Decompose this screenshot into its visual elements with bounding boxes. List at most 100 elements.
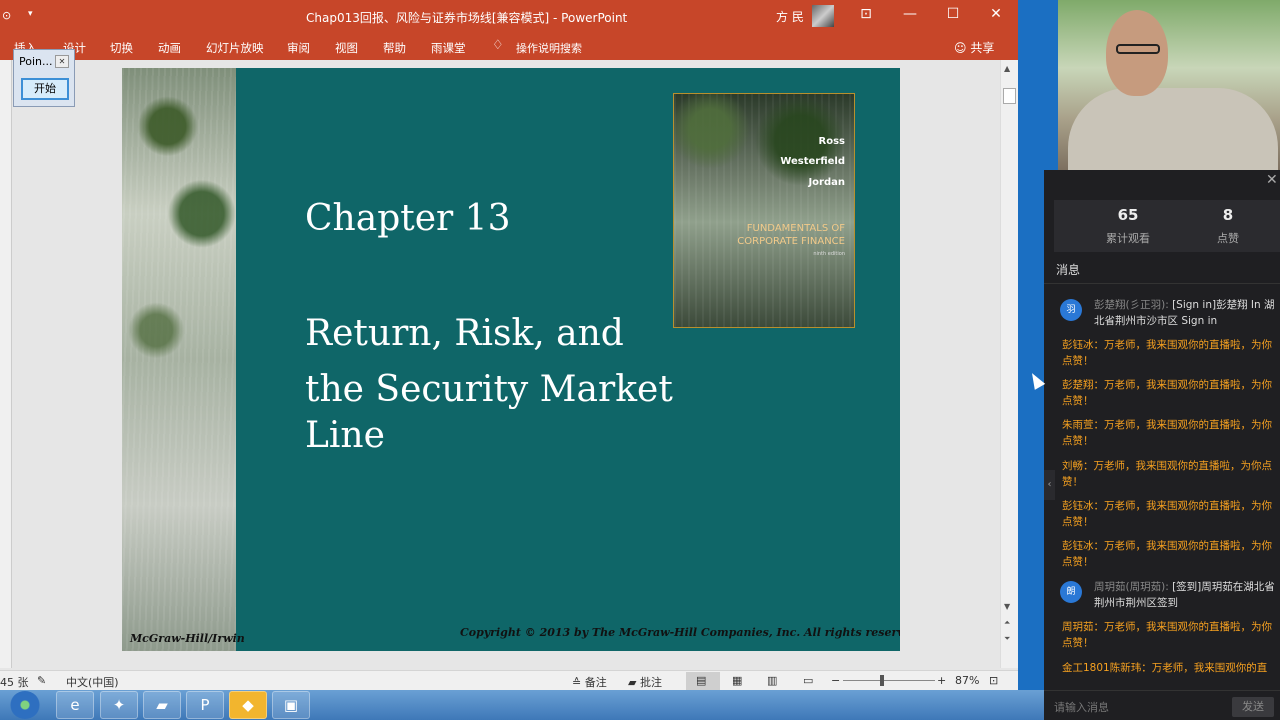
zoom-out-icon[interactable]: − [831, 674, 840, 687]
tab-transitions[interactable]: 切换 [110, 40, 133, 56]
user-name[interactable]: 方 民 [776, 8, 804, 25]
cover-edition: ninth edition [813, 251, 845, 257]
list-item: 彭钰冰：万老师，我来围观你的直播啦，为你点赞！ [1062, 500, 1272, 528]
title-line: the Security Market [305, 369, 673, 410]
list-item: 彭钰冰：万老师，我来围观你的直播啦，为你点赞！ [1062, 339, 1272, 367]
messages-header: 消息 [1056, 263, 1081, 277]
cover-author: Jordan [808, 177, 845, 188]
previous-slide-icon[interactable]: ⏶ [1004, 618, 1010, 628]
fit-slide-icon[interactable]: ⊡ [989, 674, 998, 687]
file-explorer-icon[interactable]: ▰ [143, 691, 181, 719]
title-line: Line [305, 415, 385, 456]
start-menu-icon[interactable] [10, 691, 40, 719]
taskbar: e ✦ ▰ P ◆ ▣ [0, 690, 1044, 720]
tab-rainclassroom[interactable]: 雨课堂 [431, 40, 466, 56]
copyright-notice: Copyright © 2013 by The McGraw-Hill Comp… [460, 626, 900, 639]
scroll-up-icon[interactable]: ▲ [1004, 64, 1010, 73]
powerpoint-icon[interactable]: P [186, 691, 224, 719]
share-label: 共享 [970, 41, 995, 55]
zoom-level[interactable]: 87% [955, 674, 979, 687]
likes-label: 点赞 [1217, 232, 1239, 245]
list-item: 朱雨萱：万老师，我来围观你的直播啦，为你点赞！ [1062, 419, 1272, 447]
window-app-icon[interactable]: ▣ [272, 691, 310, 719]
comments-label: 批注 [639, 676, 662, 689]
slide[interactable]: McGraw-Hill/Irwin Chapter 13 Return, Ris… [122, 68, 900, 651]
message-input-row: 发送 [1044, 690, 1280, 720]
autosave-icon[interactable]: ⊙ [2, 9, 11, 22]
scroll-down-icon[interactable]: ▼ [1004, 602, 1010, 611]
screen: ⊙ ▾ Chap013回报、风险与证券市场线[兼容模式] - PowerPoin… [0, 0, 1280, 720]
app-icon[interactable]: ✦ [100, 691, 138, 719]
slide-title: Return, Risk, and the Security Market Li… [305, 308, 705, 462]
tab-slideshow[interactable]: 幻灯片放映 [206, 40, 264, 56]
tab-review[interactable]: 审阅 [287, 40, 310, 56]
cover-title-line: CORPORATE FINANCE [737, 236, 845, 247]
divider [1044, 283, 1280, 284]
zoom-slider[interactable] [843, 680, 935, 681]
webcam-feed [1058, 0, 1280, 170]
message-input[interactable] [1054, 699, 1224, 715]
window-title: Chap013回报、风险与证券市场线[兼容模式] - PowerPoint [306, 11, 628, 25]
vertical-scrollbar[interactable]: ▲ ▼ ⏶ ⏷ [1000, 60, 1018, 668]
message-list: 羽 彭楚翔(彡正羽): [Sign in]彭楚翔 In 湖北省荆州市沙市区 Si… [1044, 290, 1280, 685]
publisher-label: McGraw-Hill/Irwin [130, 632, 245, 645]
comments-button[interactable]: ▰ 批注 [628, 674, 662, 690]
live-stats: 65 累计观看 8 点赞 [1054, 200, 1280, 252]
start-button[interactable]: 开始 [21, 78, 69, 100]
ribbon-display-icon[interactable]: ⊡ [856, 6, 876, 22]
tab-animations[interactable]: 动画 [158, 40, 181, 56]
share-button[interactable]: ☺ 共享 [954, 39, 994, 56]
notes-button[interactable]: ≙ 备注 [572, 674, 607, 690]
title-line: Return, Risk, and [305, 313, 624, 354]
close-icon[interactable]: ✕ [1266, 172, 1278, 188]
pointer-tool-window: Poin... ✕ 开始 [13, 49, 75, 107]
cover-author: Ross [818, 136, 845, 147]
zoom-in-icon[interactable]: + [937, 674, 946, 687]
tab-view[interactable]: 视图 [335, 40, 358, 56]
notes-label: 备注 [584, 676, 607, 689]
normal-view-icon[interactable]: ▤ [696, 674, 706, 687]
title-bar: ⊙ ▾ Chap013回报、风险与证券市场线[兼容模式] - PowerPoin… [0, 0, 1018, 34]
avatar: 朗 [1060, 581, 1082, 603]
powerpoint-window: ⊙ ▾ Chap013回报、风险与证券市场线[兼容模式] - PowerPoin… [0, 0, 1018, 690]
close-icon[interactable]: ✕ [55, 55, 69, 68]
next-slide-icon[interactable]: ⏷ [1004, 634, 1010, 644]
zoom-slider-thumb[interactable] [880, 675, 884, 686]
presenter-body [1068, 88, 1278, 170]
slideshow-icon[interactable]: ▭ [803, 674, 813, 687]
edge-browser-icon[interactable]: e [56, 691, 94, 719]
spellcheck-icon[interactable]: ✎ [37, 674, 46, 687]
list-item: 周玥茹：万老师，我来围观你的直播啦，为你点赞！ [1062, 621, 1272, 649]
list-item: 刘畅：万老师，我来围观你的直播啦，为你点赞！ [1062, 460, 1272, 488]
cover-title-line: FUNDAMENTALS OF [746, 223, 845, 234]
avatar: 羽 [1060, 299, 1082, 321]
customize-toolbar-icon[interactable]: ▾ [28, 9, 33, 19]
user-avatar[interactable] [812, 5, 834, 27]
tab-help[interactable]: 帮助 [383, 40, 406, 56]
scrollbar-thumb[interactable] [1003, 88, 1016, 104]
live-app-icon[interactable]: ◆ [229, 691, 267, 719]
maximize-icon[interactable]: ☐ [943, 6, 963, 22]
slide-count: 45 张 [0, 676, 29, 689]
list-item: 羽 彭楚翔(彡正羽): [Sign in]彭楚翔 In 湖北省荆州市沙市区 Si… [1060, 297, 1280, 329]
send-button[interactable]: 发送 [1232, 697, 1274, 717]
chapter-heading: Chapter 13 [305, 198, 511, 239]
book-cover-image: Ross Westerfield Jordan FUNDAMENTALS OF … [673, 93, 855, 328]
thumbnail-pane-collapsed[interactable] [0, 60, 12, 668]
language-indicator[interactable]: 中文(中国) [66, 674, 119, 690]
status-bar: 45 张 ✎ 中文(中国) ≙ 备注 ▰ 批注 ▤ ▦ ▥ ▭ − + 87% … [0, 670, 1018, 690]
list-item: 彭钰冰：万老师，我来围观你的直播啦，为你点赞！ [1062, 540, 1272, 568]
close-icon[interactable]: ✕ [986, 6, 1006, 22]
reading-view-icon[interactable]: ▥ [767, 674, 777, 687]
glasses-icon [1116, 44, 1160, 54]
minimize-icon[interactable]: — [900, 6, 920, 22]
views-count: 65 [1117, 206, 1139, 224]
tell-me-search[interactable]: 操作说明搜索 [516, 40, 582, 56]
slide-sorter-icon[interactable]: ▦ [732, 674, 742, 687]
likes-count: 8 [1222, 206, 1234, 224]
pointer-window-title: Poin... [19, 55, 53, 68]
views-label: 累计观看 [1106, 232, 1150, 245]
cover-author: Westerfield [780, 156, 845, 167]
list-item: 金工1801陈新玮：万老师，我来围观你的直 [1062, 662, 1268, 674]
list-item: 朗 周玥茹(周玥茹): [签到]周玥茹在湖北省荆州市荆州区签到 [1060, 579, 1280, 611]
